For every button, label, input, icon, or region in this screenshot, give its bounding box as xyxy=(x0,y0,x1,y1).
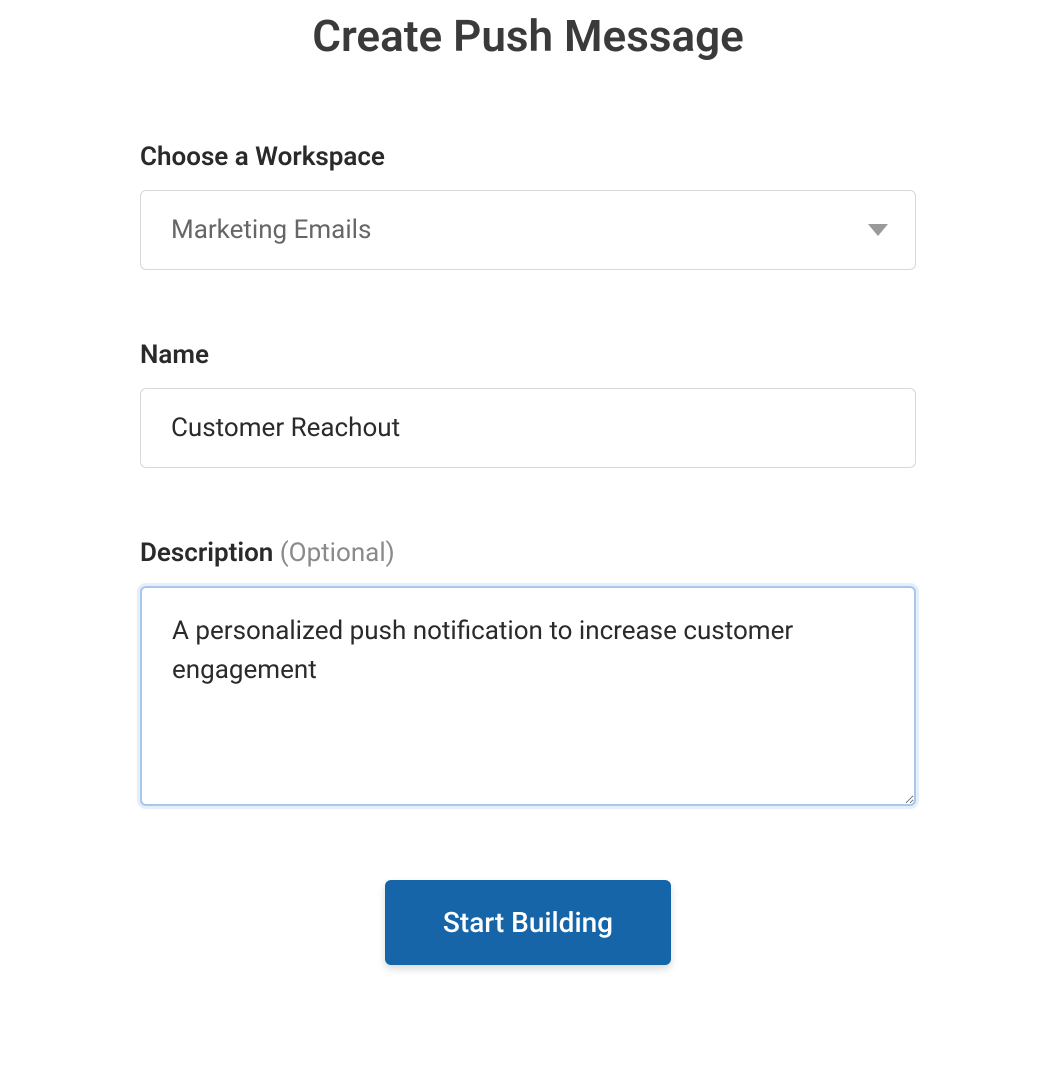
start-building-button[interactable]: Start Building xyxy=(385,880,671,965)
button-row: Start Building xyxy=(140,880,916,965)
workspace-select[interactable]: Marketing Emails xyxy=(140,190,916,270)
workspace-select-wrapper: Marketing Emails xyxy=(140,190,916,270)
name-field-group: Name xyxy=(140,340,916,468)
description-textarea[interactable] xyxy=(140,586,916,806)
workspace-label: Choose a Workspace xyxy=(140,142,916,172)
description-label: Description (Optional) xyxy=(140,538,916,568)
page-title: Create Push Message xyxy=(140,10,916,62)
name-input[interactable] xyxy=(140,388,916,468)
description-optional-text: (Optional) xyxy=(280,538,395,568)
workspace-field-group: Choose a Workspace Marketing Emails xyxy=(140,142,916,270)
name-label: Name xyxy=(140,340,916,370)
description-field-group: Description (Optional) xyxy=(140,538,916,810)
description-label-text: Description xyxy=(140,538,280,568)
